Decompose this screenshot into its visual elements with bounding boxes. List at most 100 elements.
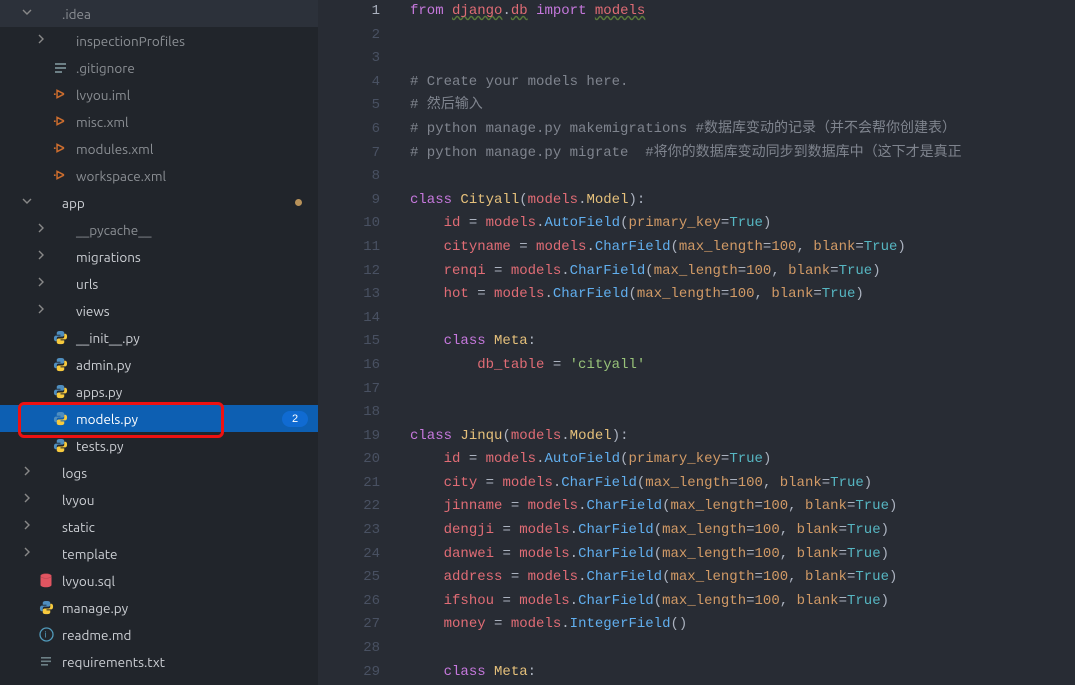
tree-file-.gitignore[interactable]: .gitignore xyxy=(0,54,318,81)
code-token xyxy=(477,215,485,231)
code-line[interactable]: # 然后输入 xyxy=(410,94,1075,118)
code-line[interactable]: jinname = models.CharField(max_length=10… xyxy=(410,495,1075,519)
code-line[interactable]: renqi = models.CharField(max_length=100,… xyxy=(410,260,1075,284)
code-token: Model xyxy=(570,428,612,444)
code-line[interactable]: class Cityall(models.Model): xyxy=(410,189,1075,213)
code-line[interactable] xyxy=(410,47,1075,71)
code-line[interactable]: # Create your models here. xyxy=(410,71,1075,95)
tree-item-label: app xyxy=(62,195,85,211)
tree-folder-template[interactable]: template xyxy=(0,540,318,567)
tree-file-models.py[interactable]: models.py2 xyxy=(0,405,318,432)
chevron-down-icon[interactable] xyxy=(20,7,34,21)
code-token: models xyxy=(519,522,569,538)
code-line[interactable]: money = models.IntegerField() xyxy=(410,613,1075,637)
chevron-right-icon[interactable] xyxy=(34,34,48,48)
code-token xyxy=(477,451,485,467)
code-line[interactable]: # python manage.py makemigrations #数据库变动… xyxy=(410,118,1075,142)
xml-icon: ᐒ xyxy=(52,114,68,130)
code-editor[interactable]: 1234567891011121314151617181920212223242… xyxy=(318,0,1075,685)
code-line[interactable]: class Meta: xyxy=(410,661,1075,685)
file-explorer[interactable]: .ideainspectionProfiles.gitignoreᐒlvyou.… xyxy=(0,0,318,685)
tree-file-requirements.txt[interactable]: requirements.txt xyxy=(0,648,318,675)
chevron-right-icon[interactable] xyxy=(34,304,48,318)
code-token xyxy=(410,475,444,491)
code-line[interactable]: danwei = models.CharField(max_length=100… xyxy=(410,543,1075,567)
chevron-down-icon[interactable] xyxy=(20,196,34,210)
line-number: 4 xyxy=(318,71,380,95)
code-token xyxy=(502,263,510,279)
line-number: 12 xyxy=(318,260,380,284)
code-line[interactable] xyxy=(410,165,1075,189)
code-line[interactable]: id = models.AutoField(primary_key=True) xyxy=(410,448,1075,472)
code-token: , xyxy=(788,498,805,514)
code-line[interactable]: from django.db import models xyxy=(410,0,1075,24)
code-line[interactable] xyxy=(410,307,1075,331)
code-token: = xyxy=(519,239,527,255)
tree-file-misc.xml[interactable]: ᐒmisc.xml xyxy=(0,108,318,135)
xml-icon: ᐒ xyxy=(52,168,68,184)
tree-folder-static[interactable]: static xyxy=(0,513,318,540)
code-line[interactable]: dengji = models.CharField(max_length=100… xyxy=(410,519,1075,543)
tree-folder-urls[interactable]: urls xyxy=(0,270,318,297)
code-token: CharField xyxy=(570,263,646,279)
code-token: db xyxy=(511,3,528,19)
code-token: blank xyxy=(805,569,847,585)
code-token xyxy=(460,215,468,231)
code-line[interactable]: class Jinqu(models.Model): xyxy=(410,425,1075,449)
code-token: Jinqu xyxy=(460,428,502,444)
tree-file-admin.py[interactable]: admin.py xyxy=(0,351,318,378)
line-number: 9 xyxy=(318,189,380,213)
code-line[interactable] xyxy=(410,401,1075,425)
tree-folder-views[interactable]: views xyxy=(0,297,318,324)
code-line[interactable]: db_table = 'cityall' xyxy=(410,354,1075,378)
code-token: models xyxy=(595,3,645,19)
code-token: # Create your models here. xyxy=(410,74,628,90)
chevron-right-icon[interactable] xyxy=(20,466,34,480)
code-token xyxy=(410,333,444,349)
chevron-right-icon[interactable] xyxy=(20,520,34,534)
tree-folder-logs[interactable]: logs xyxy=(0,459,318,486)
code-line[interactable] xyxy=(410,378,1075,402)
tree-folder-.idea[interactable]: .idea xyxy=(0,0,318,27)
tree-file-lvyou.iml[interactable]: ᐒlvyou.iml xyxy=(0,81,318,108)
code-line[interactable]: city = models.CharField(max_length=100, … xyxy=(410,472,1075,496)
code-token: = xyxy=(839,593,847,609)
tree-file-tests.py[interactable]: tests.py xyxy=(0,432,318,459)
code-line[interactable]: ifshou = models.CharField(max_length=100… xyxy=(410,590,1075,614)
code-token: = xyxy=(855,239,863,255)
code-token: blank xyxy=(805,498,847,514)
code-token: max_length xyxy=(637,286,721,302)
code-line[interactable]: cityname = models.CharField(max_length=1… xyxy=(410,236,1075,260)
tree-file-workspace.xml[interactable]: ᐒworkspace.xml xyxy=(0,162,318,189)
code-content[interactable]: from django.db import models # Create you… xyxy=(402,0,1075,685)
code-token: models xyxy=(511,263,561,279)
tree-file-__init__.py[interactable]: __init__.py xyxy=(0,324,318,351)
tree-folder-app[interactable]: app xyxy=(0,189,318,216)
code-line[interactable]: id = models.AutoField(primary_key=True) xyxy=(410,212,1075,236)
code-line[interactable]: hot = models.CharField(max_length=100, b… xyxy=(410,283,1075,307)
chevron-right-icon[interactable] xyxy=(20,547,34,561)
tree-file-manage.py[interactable]: manage.py xyxy=(0,594,318,621)
tree-file-modules.xml[interactable]: ᐒmodules.xml xyxy=(0,135,318,162)
code-token: ( xyxy=(654,593,662,609)
tree-item-label: .idea xyxy=(62,6,91,22)
chevron-right-icon[interactable] xyxy=(34,250,48,264)
tree-folder-lvyou[interactable]: lvyou xyxy=(0,486,318,513)
code-line[interactable]: address = models.CharField(max_length=10… xyxy=(410,566,1075,590)
code-token: . xyxy=(561,616,569,632)
tree-item-label: lvyou.iml xyxy=(76,87,130,103)
tree-file-lvyou.sql[interactable]: lvyou.sql xyxy=(0,567,318,594)
chevron-right-icon[interactable] xyxy=(34,277,48,291)
tree-folder-inspectionProfiles[interactable]: inspectionProfiles xyxy=(0,27,318,54)
tree-folder-migrations[interactable]: migrations xyxy=(0,243,318,270)
tree-folder-__pycache__[interactable]: __pycache__ xyxy=(0,216,318,243)
tree-file-readme.md[interactable]: ireadme.md xyxy=(0,621,318,648)
code-line[interactable]: class Meta: xyxy=(410,330,1075,354)
chevron-right-icon[interactable] xyxy=(34,223,48,237)
chevron-right-icon[interactable] xyxy=(20,493,34,507)
code-line[interactable] xyxy=(410,637,1075,661)
code-line[interactable]: # python manage.py migrate #将你的数据库变动同步到数… xyxy=(410,142,1075,166)
tree-file-apps.py[interactable]: apps.py xyxy=(0,378,318,405)
code-token: 100 xyxy=(755,593,780,609)
code-line[interactable] xyxy=(410,24,1075,48)
